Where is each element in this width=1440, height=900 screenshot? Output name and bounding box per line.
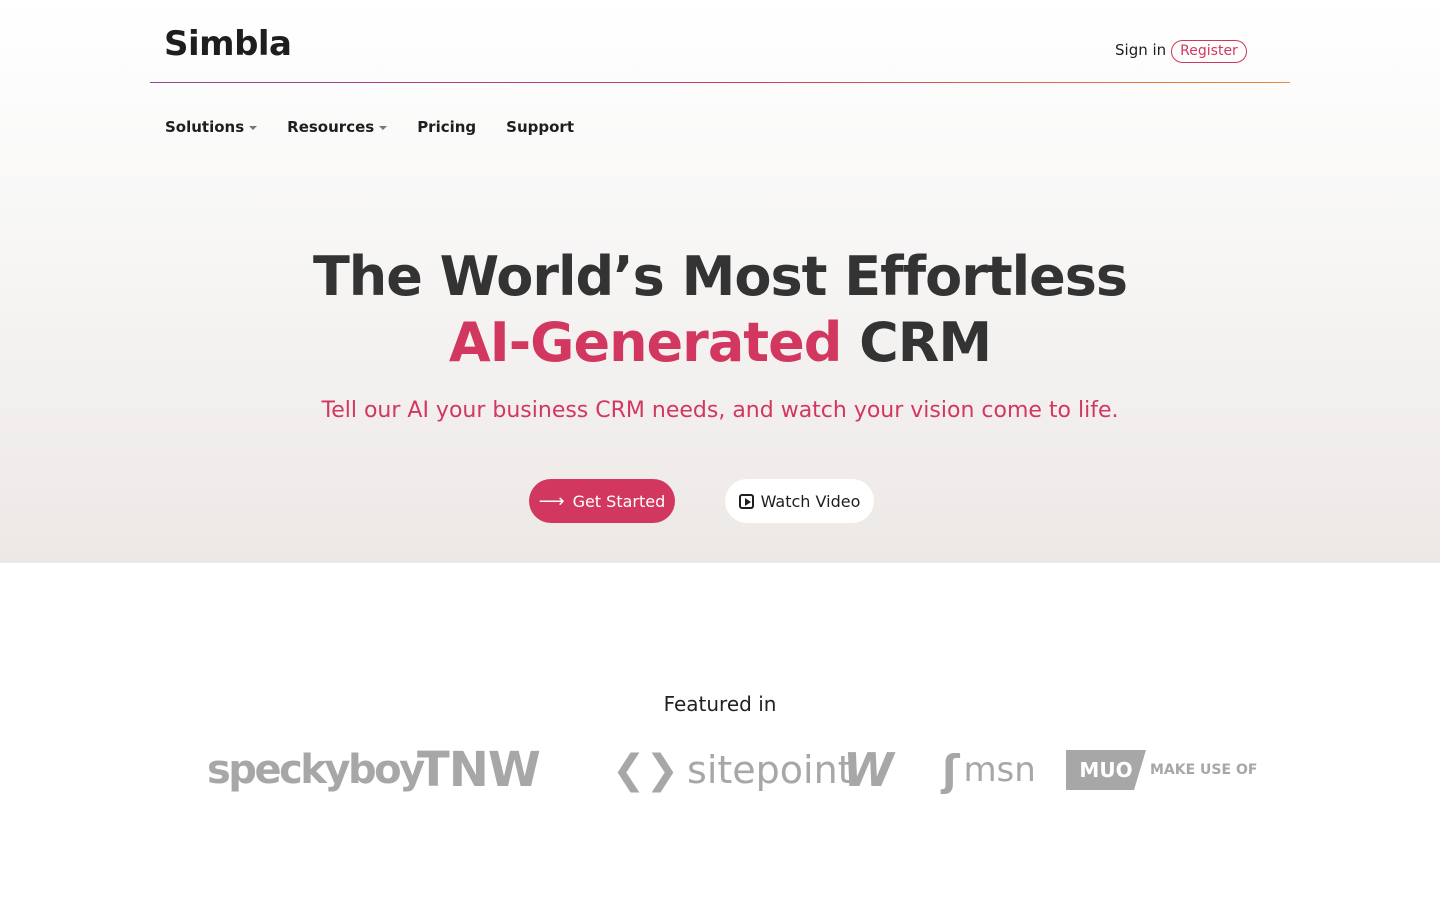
featured-logos: speckyboy TNW ❮❯ sitepoint W ʃ msn MUO M… (0, 740, 1440, 800)
msn-butterfly-icon: ʃ (942, 745, 960, 795)
register-button[interactable]: Register (1171, 40, 1247, 63)
chevron-down-icon (249, 126, 258, 130)
msn-logo: ʃ msn (942, 740, 1036, 800)
brand-logo[interactable]: Simbla (164, 24, 292, 64)
arrow-right-icon: ⟶ (538, 490, 565, 512)
nav-item-support[interactable]: Support (506, 118, 574, 136)
sitepoint-wordmark: sitepoint (687, 748, 853, 792)
tnw-logo: TNW (417, 742, 541, 798)
speckyboy-logo: speckyboy (207, 747, 425, 793)
muo-logo: MUO MAKE USE OF (1066, 740, 1257, 800)
nav-item-label: Solutions (165, 118, 245, 136)
nav-item-label: Resources (287, 118, 375, 136)
featured-in-title: Featured in (663, 692, 777, 716)
header-divider (150, 82, 1290, 83)
msn-wordmark: msn (963, 750, 1036, 790)
get-started-label: Get Started (572, 491, 666, 511)
nav-item-pricing[interactable]: Pricing (417, 118, 476, 136)
sign-in-link[interactable]: Sign in (1115, 41, 1166, 59)
nav-item-solutions[interactable]: Solutions (165, 118, 258, 136)
watch-video-button[interactable]: Watch Video (725, 479, 874, 523)
headline-line-2: CRM (859, 311, 992, 374)
headline-line-1: The World’s Most Effortless (312, 245, 1128, 308)
nav-item-label: Pricing (417, 118, 477, 136)
nav-item-resources[interactable]: Resources (287, 118, 388, 136)
sitepoint-mark-icon: ❮❯ (612, 747, 680, 793)
main-nav: Solutions Resources Pricing Support (165, 116, 604, 138)
top-bar: Simbla Sign in Register (150, 0, 1290, 82)
sitepoint-logo: ❮❯ sitepoint (612, 740, 853, 800)
hero-headline: The World’s Most Effortless AI-Generated… (0, 244, 1440, 376)
hero-subtitle: Tell our AI your business CRM needs, and… (321, 398, 1119, 423)
watch-video-label: Watch Video (760, 491, 861, 511)
chevron-down-icon (379, 126, 388, 130)
play-icon (738, 493, 754, 509)
hero-section: Simbla Sign in Register Solutions Resour… (0, 0, 1440, 563)
makeuseof-wordmark: MAKE USE OF (1150, 762, 1258, 778)
muo-box: MUO (1066, 750, 1146, 790)
nav-item-label: Support (506, 118, 575, 136)
get-started-button[interactable]: ⟶ Get Started (529, 479, 675, 523)
headline-accent: AI-Generated (448, 311, 842, 374)
w-logo: W (843, 743, 894, 797)
